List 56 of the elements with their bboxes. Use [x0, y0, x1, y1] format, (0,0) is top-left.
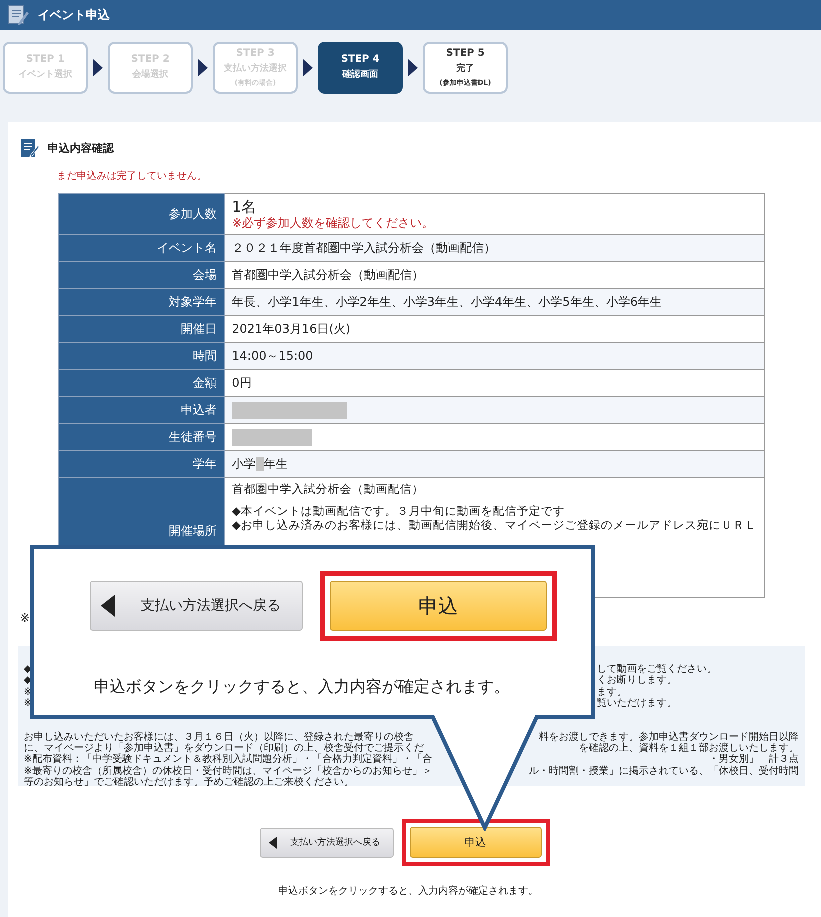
table-value: 小学: [232, 457, 256, 471]
hint-text: 申込ボタンをクリックすると、入力内容が確定されます。: [278, 884, 540, 898]
page-title: イベント申込: [38, 6, 110, 24]
row-label: 学年: [58, 450, 225, 478]
note-text: 等のお知らせ」でご確認いただけます。予めご確認の上ご来校ください。: [24, 777, 354, 789]
row-label: 時間: [58, 342, 225, 370]
note-mark: ※: [20, 610, 32, 626]
section-title: 申込内容確認: [48, 140, 114, 156]
warning-note: ※必ず参加人数を確認してください。: [232, 216, 436, 230]
table-value: 首都圏中学入試分析会（動画配信）: [232, 268, 424, 282]
table-value: 年生: [264, 457, 288, 471]
back-button[interactable]: 支払い方法選択へ戻る: [260, 828, 394, 858]
note-text: ます。: [597, 686, 627, 698]
warning-text: まだ申込みは完了していません。: [57, 170, 208, 183]
note-text: お申し込みいただいたお客様には、３月１６日（火）以降に、登録された最寄りの校舎: [24, 732, 414, 743]
note-text: して動画をご覧ください。: [597, 664, 717, 675]
note-text: くお断りします。: [597, 675, 677, 687]
note-text: ※配布資料：「中学受験ドキュメント＆教科別入試問題分析」・「合格力判定資料」・「合: [24, 754, 432, 766]
step-arrow-icon: [408, 58, 418, 76]
row-label: 開催日: [58, 316, 225, 342]
venue-text: 首都圏中学入試分析会（動画配信）: [232, 482, 426, 496]
submit-button[interactable]: 申込: [410, 827, 542, 858]
left-triangle-icon: [268, 836, 276, 848]
left-triangle-icon: [101, 595, 115, 617]
note-text: ・男女別」 計３点: [709, 754, 799, 766]
table-value: 0円: [232, 376, 252, 390]
note-text: 覧いただけます。: [597, 698, 677, 710]
callout-text: 申込ボタンをクリックすると、入力内容が確定されます。: [93, 677, 511, 698]
table-value: 1名: [232, 198, 258, 216]
row-label: イベント名: [58, 234, 225, 262]
table-value: ２０２１年度首都圏中学入試分析会（動画配信）: [232, 241, 496, 255]
note-text: ※最寄りの校舎（所属校舎）の休校日・受付時間は、マイページ「校舎からのお知らせ」＞: [24, 766, 432, 777]
step-arrow-icon: [303, 58, 313, 76]
table-value: 年長、小学1年生、小学2年生、小学3年生、小学4年生、小学5年生、小学6年生: [232, 295, 662, 309]
note-text: ル・時間割・授業」に掲示されている、「休校日、受付時間: [529, 766, 799, 778]
row-label: 金額: [58, 370, 225, 396]
step-arrow-icon: [93, 58, 103, 76]
row-label: 会場: [58, 262, 225, 288]
back-button[interactable]: 支払い方法選択へ戻る: [90, 581, 303, 631]
venue-text: ◆本イベントは動画配信です。３月中旬に動画を配信予定です: [232, 504, 566, 518]
document-pen-icon: [20, 138, 40, 158]
table-value: 2021年03月16日(火): [232, 322, 351, 336]
table-value: 14:00～15:00: [232, 349, 314, 363]
note-text: を確認の上、資料を１組１部お渡しいたします。: [579, 743, 799, 754]
step-indicator: STEP 4 確認画面: [318, 42, 403, 94]
notepad-icon: [6, 3, 30, 27]
submit-button[interactable]: 申込: [330, 581, 547, 631]
note-text: 料をお渡しできます。参加申込書ダウンロード開始日以降: [539, 732, 799, 743]
note-text: に、マイページより「参加申込書」をダウンロード（印刷）の上、校舎受付でご提示くだ: [24, 743, 424, 754]
step-arrow-icon: [198, 58, 208, 76]
row-label: 申込者: [58, 396, 225, 424]
redacted-block: [256, 457, 264, 471]
venue-text: ◆お申し込み済みのお客様には、動画配信開始後、マイページご登録のメールアドレス宛にＵＲＬ: [232, 518, 757, 532]
row-label: 対象学年: [58, 288, 225, 316]
row-label: 参加人数: [58, 194, 225, 234]
row-label: 生徒番号: [58, 424, 225, 450]
